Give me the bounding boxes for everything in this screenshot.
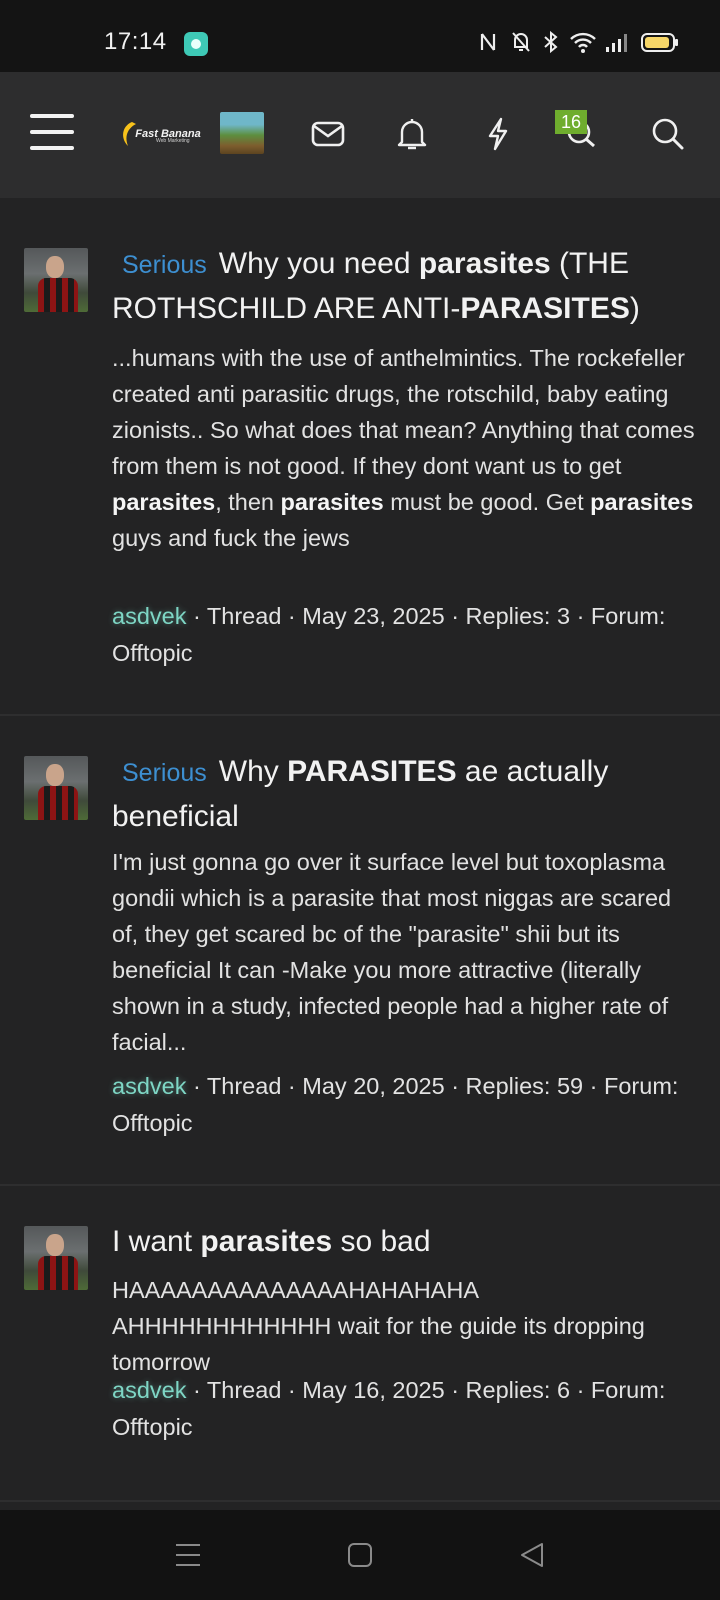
menu-icon	[30, 114, 74, 118]
author-avatar[interactable]	[24, 1226, 88, 1290]
app-notification-icon	[184, 32, 208, 56]
signal-icon	[606, 34, 627, 52]
mail-icon	[311, 121, 345, 147]
recents-button[interactable]	[148, 1510, 228, 1600]
menu-button[interactable]	[30, 112, 76, 152]
author-avatar[interactable]	[24, 756, 88, 820]
thread-prefix[interactable]: Serious	[122, 759, 207, 787]
status-time: 17:14	[104, 28, 167, 55]
thread-title[interactable]: Serious Why PARASITES ae actually benefic…	[112, 750, 702, 839]
wifi-icon	[570, 32, 596, 53]
back-button[interactable]	[492, 1510, 572, 1600]
result-snippet: I'm just gonna go over it surface level …	[112, 849, 672, 1055]
author-link[interactable]: asdvek	[112, 603, 186, 629]
search-result[interactable]: Serious Why PARASITES ae actually benefic…	[0, 716, 720, 1186]
thread-title[interactable]: Serious Why you need parasites (THE ROTHS…	[112, 242, 702, 331]
forum-header: Fast Banana Web Marketing 16	[0, 72, 720, 198]
result-snippet: HAAAAAAAAAAAAAAHAHAHAHA AHHHHHHHHHHHH wa…	[112, 1277, 645, 1375]
conversations-badge: 16	[555, 110, 587, 134]
battery-icon	[641, 33, 678, 52]
search-icon	[652, 118, 684, 150]
author-link[interactable]: asdvek	[112, 1377, 186, 1403]
site-logo[interactable]: Fast Banana Web Marketing	[116, 118, 201, 150]
author-link[interactable]: asdvek	[112, 1073, 186, 1099]
result-meta: asdvek · Thread · May 20, 2025 · Replies…	[112, 1073, 679, 1136]
search-button[interactable]	[646, 112, 690, 156]
system-navigation-bar	[0, 1510, 720, 1600]
banana-icon	[123, 122, 136, 146]
recents-icon	[176, 1544, 200, 1566]
result-snippet: ...humans with the use of anthelmintics.…	[112, 345, 695, 551]
thread-title[interactable]: I want parasites so bad	[112, 1220, 702, 1264]
home-button[interactable]	[320, 1510, 400, 1600]
bluetooth-icon	[544, 30, 558, 54]
alerts-button[interactable]	[390, 112, 434, 156]
result-meta: asdvek · Thread · May 23, 2025 · Replies…	[112, 603, 666, 666]
result-meta: asdvek · Thread · May 16, 2025 · Replies…	[112, 1377, 666, 1440]
status-icons	[470, 30, 720, 58]
inbox-button[interactable]	[306, 112, 350, 156]
back-icon	[521, 1543, 543, 1567]
search-result[interactable]: Serious Why you need parasites (THE ROTHS…	[0, 198, 720, 716]
lightning-icon	[488, 117, 508, 151]
status-bar: 17:14	[0, 0, 720, 72]
logo-subtext: Web Marketing	[156, 138, 190, 144]
thread-prefix[interactable]: Serious	[122, 251, 207, 279]
bell-icon	[397, 119, 427, 150]
mute-icon	[512, 32, 530, 52]
home-icon	[348, 1543, 372, 1567]
whats-new-button[interactable]	[476, 112, 520, 156]
author-avatar[interactable]	[24, 248, 88, 312]
nfc-icon	[480, 33, 496, 51]
user-avatar[interactable]	[220, 112, 264, 154]
search-result[interactable]: I want parasites so bad HAAAAAAAAAAAAAAH…	[0, 1186, 720, 1502]
